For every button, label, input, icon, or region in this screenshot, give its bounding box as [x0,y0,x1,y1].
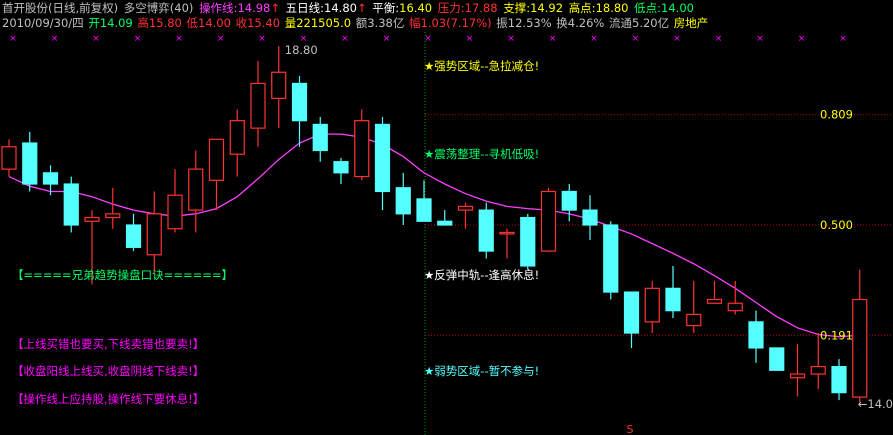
signal-mark: × [9,34,17,44]
signal-mark: × [715,34,723,44]
up-candle-body [188,168,204,211]
down-candle-body [291,82,308,122]
level-label: 0.191 [820,328,853,342]
zone-strong-label: ★强势区域--急拉减仓! [424,59,540,73]
up-candle-body [499,231,515,235]
level-label: 0.500 [820,218,853,232]
up-candle-body [706,298,723,304]
up-candle-body [789,373,806,379]
down-candle-body [603,224,619,293]
up-candle-body [84,216,100,222]
down-candle-body [561,190,577,211]
level-label: 0.809 [820,108,853,122]
down-candle-body [520,216,536,267]
up-candle-body [146,213,162,256]
up-candle-body [167,194,183,230]
up-candle-body [810,365,826,375]
down-candle-body [831,365,847,394]
signal-mark: × [507,34,515,44]
up-candle-body [852,298,868,398]
down-candle-body [748,321,764,349]
signal-mark: × [798,34,806,44]
high-price-label: 18.80 [285,43,318,57]
down-candle-body [374,123,391,193]
signal-mark: × [590,34,598,44]
signal-mark: × [175,34,183,44]
down-candle-body [665,287,681,312]
down-candle-body [416,198,432,222]
tip-line-2: 【收盘阳线上线买,收盘阴线下线卖!】 [12,364,205,378]
down-candle-body [582,209,598,226]
zone-range-label: ★震荡整理--寻机低吸! [424,147,540,161]
signal-mark: × [756,34,764,44]
signal-mark: × [632,34,640,44]
sell-signal-label: S [627,423,634,435]
down-candle-body [437,220,453,226]
up-candle-body [686,313,702,327]
signal-mark: × [258,34,266,44]
down-candle-body [125,224,142,248]
down-candle-body [42,172,59,185]
down-candle-body [312,123,328,152]
zone-rebound-label: ★反弹中轨--逢高休息! [424,268,540,282]
signal-mark: × [217,34,225,44]
up-candle-body [105,213,121,219]
up-candle-body [457,205,474,211]
up-candle-body [229,120,245,155]
tips-title: 【=====兄弟趋势操盘口诀======】 [12,268,233,282]
signal-mark: × [673,34,681,44]
down-candle-body [769,347,785,371]
up-candle-body [250,82,266,129]
tip-line-3: 【操作线上应持股,操作线下要休息!】 [12,392,205,406]
up-candle-body [208,138,225,181]
low-price-label: ←14.00 [858,397,893,411]
signal-mark: × [839,34,847,44]
signal-mark: × [383,34,391,44]
signal-mark: × [134,34,142,44]
up-candle-body [1,146,17,170]
signal-mark: × [92,34,100,44]
up-candle-body [644,287,660,323]
signal-mark: × [466,34,474,44]
down-candle-body [478,209,494,252]
up-candle-body [727,302,743,312]
zone-weak-label: ★弱势区域--暂不参与! [424,364,540,378]
up-candle-body [540,190,557,252]
up-candle-body [354,120,370,178]
signal-mark: × [424,34,432,44]
down-candle-body [333,161,349,174]
down-candle-body [22,142,38,185]
down-candle-body [395,187,411,215]
up-candle-body [271,71,287,99]
signal-mark: × [51,34,59,44]
tip-line-1: 【上线买错也要买,下线卖错也要卖!】 [12,337,205,351]
signal-mark: × [341,34,349,44]
down-candle-body [63,183,79,226]
down-candle-body [623,291,640,334]
signal-mark: × [549,34,557,44]
